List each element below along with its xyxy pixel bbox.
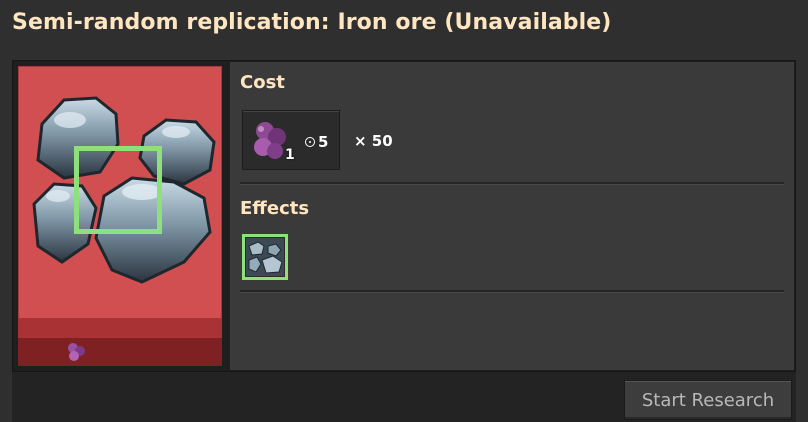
iron-ore-icon [246, 238, 284, 276]
cost-time: 5 [305, 133, 328, 151]
research-dialog: Semi-random replication: Iron ore (Unava… [0, 0, 808, 422]
cost-slot[interactable]: 1 5 [242, 110, 340, 170]
cost-multiplier: × 50 [354, 132, 393, 150]
details-panel: Cost 1 5 × 50 Effects [230, 62, 794, 370]
dialog-title: Semi-random replication: Iron ore (Unava… [12, 10, 612, 35]
cost-item-count: 1 [285, 147, 295, 163]
cost-heading: Cost [240, 72, 285, 93]
selection-highlight [74, 146, 162, 234]
card-cost-band [18, 338, 222, 366]
effect-item[interactable] [242, 234, 288, 280]
effects-heading: Effects [240, 198, 310, 219]
section-divider [240, 182, 784, 185]
card-progress-band [18, 318, 222, 338]
science-pack-icon [68, 343, 85, 361]
cost-time-value: 5 [318, 133, 329, 151]
start-research-button[interactable]: Start Research [624, 380, 792, 420]
section-divider [240, 290, 784, 293]
clock-icon [305, 137, 315, 147]
